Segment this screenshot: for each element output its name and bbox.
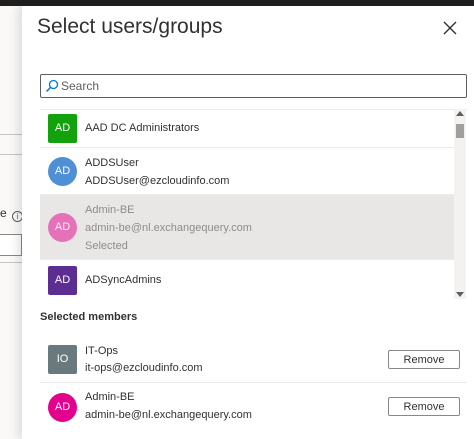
- list-item-email: admin-be@nl.exchangequery.com: [85, 222, 252, 234]
- list-item[interactable]: AD ADSyncAdmins: [40, 260, 454, 299]
- list-item-name: Admin-BE: [85, 204, 135, 216]
- member-email: it-ops@ezcloudinfo.com: [85, 362, 203, 374]
- remove-button[interactable]: Remove: [388, 397, 460, 416]
- search-box[interactable]: [40, 74, 467, 98]
- selected-member-row: IO IT-Ops it-ops@ezcloudinfo.com Remove: [40, 337, 467, 383]
- search-input[interactable]: [61, 77, 459, 95]
- list-item-selected[interactable]: AD Admin-BE admin-be@nl.exchangequery.co…: [40, 195, 454, 260]
- scroll-thumb[interactable]: [456, 124, 464, 138]
- close-icon: [443, 21, 457, 35]
- background-input: [0, 234, 22, 256]
- member-name: Admin-BE: [85, 391, 135, 403]
- member-name: IT-Ops: [85, 345, 119, 357]
- close-button[interactable]: [440, 18, 460, 38]
- list-item[interactable]: AD AAD DC Administrators: [40, 110, 454, 148]
- background-label: e: [0, 206, 7, 220]
- avatar: IO: [48, 345, 77, 374]
- selected-members-title: Selected members: [40, 311, 138, 323]
- background-divider: [0, 154, 22, 155]
- selected-member-row: AD Admin-BE admin-be@nl.exchangequery.co…: [40, 383, 467, 429]
- user-group-list: AD AAD DC Administrators AD ADDSUser ADD…: [40, 109, 467, 299]
- avatar: AD: [48, 266, 77, 295]
- list-item-name: AAD DC Administrators: [85, 122, 200, 134]
- list-item-name: ADSyncAdmins: [85, 274, 162, 286]
- background-divider: [0, 262, 22, 263]
- remove-button[interactable]: Remove: [388, 350, 460, 369]
- panel-title: Select users/groups: [37, 15, 223, 38]
- scroll-down-icon[interactable]: [456, 292, 464, 297]
- avatar: AD: [48, 393, 77, 422]
- background-divider: [0, 134, 22, 135]
- list-scrollbar[interactable]: [454, 109, 466, 299]
- avatar: AD: [48, 157, 77, 186]
- member-email: admin-be@nl.exchangequery.com: [85, 409, 252, 421]
- avatar: AD: [48, 114, 77, 143]
- select-users-panel: Select users/groups AD AAD DC Administra…: [22, 6, 474, 439]
- list-item-name: ADDSUser: [85, 157, 139, 169]
- search-icon: [45, 79, 59, 93]
- list-item[interactable]: AD ADDSUser ADDSUser@ezcloudinfo.com: [40, 148, 454, 195]
- list-item-email: ADDSUser@ezcloudinfo.com: [85, 175, 230, 187]
- avatar: AD: [48, 213, 77, 242]
- list-item-status: Selected: [85, 240, 128, 252]
- scroll-up-icon[interactable]: [456, 111, 464, 116]
